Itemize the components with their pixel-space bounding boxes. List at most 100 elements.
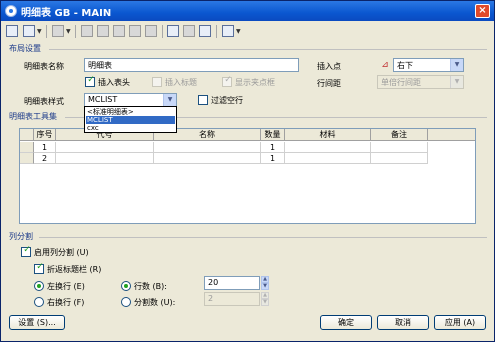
table-cell[interactable]: 1	[34, 142, 56, 153]
toolbar-separator	[162, 25, 163, 38]
row-header-corner	[20, 129, 34, 141]
rows-count-radio[interactable]	[121, 281, 131, 291]
ok-button[interactable]: 确定	[320, 315, 372, 330]
right-wrap-label: 右换行 (F)	[47, 298, 85, 307]
table-cell[interactable]: 1	[261, 153, 285, 164]
chevron-down-icon[interactable]: ▼	[236, 28, 241, 35]
move-up-icon[interactable]	[81, 25, 93, 37]
spin-up-icon[interactable]: ▲	[261, 276, 269, 283]
chevron-down-icon[interactable]: ▼	[450, 76, 463, 88]
settings-button[interactable]: 设置 (S)...	[9, 315, 65, 330]
chevron-down-icon[interactable]: ▼	[450, 59, 463, 71]
toolbar-separator	[46, 25, 47, 38]
row-spacing-value: 单倍行间距	[381, 78, 421, 87]
split-count-input[interactable]: 2	[204, 292, 260, 306]
table-cell[interactable]	[285, 142, 371, 153]
close-button[interactable]: ×	[475, 4, 490, 18]
toolbar-separator	[75, 25, 76, 38]
table-icon[interactable]	[6, 25, 18, 37]
view-icon[interactable]	[222, 25, 234, 37]
insert-point-value: 右下	[397, 61, 413, 70]
row-selector[interactable]	[20, 142, 34, 153]
rows-count-input[interactable]: 20	[204, 276, 260, 290]
edit-icon[interactable]	[199, 25, 211, 37]
table-cell[interactable]	[56, 153, 154, 164]
insert-title-checkbox[interactable]	[152, 77, 162, 87]
table-style-dropdown-list[interactable]: <标准明细表> MCLIST cxc	[84, 106, 177, 133]
column-split-section-title: 列分割	[9, 232, 33, 241]
fold-title-label: 折返标题栏 (R)	[47, 265, 102, 274]
chevron-down-icon[interactable]: ▼	[66, 28, 71, 35]
dialog-window: 明细表 GB - MAIN × ▼ ▼ ▼ 布局设置 明细表名称 明细表 插入点…	[0, 0, 495, 342]
row-selector[interactable]	[20, 153, 34, 164]
column-header[interactable]: 材料	[285, 129, 371, 141]
format-icon[interactable]	[167, 25, 179, 37]
show-grip-checkbox[interactable]: ✓	[222, 75, 232, 87]
chevron-down-icon[interactable]: ▼	[37, 28, 42, 35]
insert-point-select[interactable]: 右下 ▼	[393, 58, 464, 72]
filter-empty-checkbox[interactable]	[198, 95, 208, 105]
column-header[interactable]: 序号	[34, 129, 56, 141]
split-count-radio[interactable]	[121, 297, 131, 307]
split-icon[interactable]	[129, 25, 141, 37]
delete-row-icon[interactable]	[52, 25, 64, 37]
left-wrap-radio[interactable]	[34, 281, 44, 291]
enable-split-label: 启用列分割 (U)	[34, 248, 89, 257]
row-spacing-select[interactable]: 单倍行间距 ▼	[377, 75, 464, 89]
split-count-label: 分割数 (U):	[134, 298, 176, 307]
spin-up-icon[interactable]: ▲	[261, 292, 269, 299]
table-row[interactable]: 1 1	[20, 142, 475, 153]
column-header[interactable]: 数量	[261, 129, 285, 141]
section-divider	[39, 237, 487, 238]
table-row[interactable]: 2 1	[20, 153, 475, 164]
insert-header-label: 插入表头	[98, 78, 130, 87]
rows-count-label: 行数 (B):	[134, 282, 167, 291]
rows-count-spinner[interactable]: ▲ ▼	[261, 276, 269, 290]
merge-icon[interactable]	[113, 25, 125, 37]
table-cell[interactable]	[371, 142, 428, 153]
table-name-input[interactable]: 明细表	[84, 58, 299, 72]
table-cell[interactable]: 1	[261, 142, 285, 153]
check-icon: ✓	[87, 75, 95, 85]
column-header[interactable]: 备注	[371, 129, 428, 141]
move-down-icon[interactable]	[97, 25, 109, 37]
sort-icon[interactable]	[145, 25, 157, 37]
table-cell[interactable]	[56, 142, 154, 153]
check-icon: ✓	[23, 245, 31, 255]
chevron-down-icon[interactable]: ▼	[163, 94, 176, 106]
dropdown-option[interactable]: cxc	[86, 124, 175, 132]
fold-title-checkbox[interactable]: ✓	[34, 262, 44, 274]
layout-section-title: 布局设置	[9, 44, 41, 53]
right-wrap-radio[interactable]	[34, 297, 44, 307]
table-cell[interactable]	[154, 153, 261, 164]
spin-down-icon[interactable]: ▼	[261, 283, 269, 290]
table-name-label: 明细表名称	[24, 62, 64, 71]
tool-section-title: 明细表工具集	[9, 112, 57, 121]
cancel-button[interactable]: 取消	[377, 315, 429, 330]
section-divider	[49, 49, 487, 50]
apply-button[interactable]: 应用 (A)	[434, 315, 486, 330]
split-count-spinner[interactable]: ▲ ▼	[261, 292, 269, 306]
table-cell[interactable]	[285, 153, 371, 164]
table-style-label: 明细表样式	[24, 97, 64, 106]
insert-title-label: 插入标题	[165, 78, 197, 87]
insert-header-checkbox[interactable]: ✓	[85, 75, 95, 87]
check-icon: ✓	[36, 262, 44, 272]
table-style-select[interactable]: MCLIST ▼	[84, 93, 177, 107]
enable-split-checkbox[interactable]: ✓	[21, 245, 31, 257]
app-icon	[5, 5, 17, 17]
table-cell[interactable]: 2	[34, 153, 56, 164]
table-cell[interactable]	[154, 142, 261, 153]
row-spacing-label: 行间距	[317, 79, 341, 88]
table-cell[interactable]	[371, 153, 428, 164]
detail-table[interactable]: 序号 代号 名称 数量 材料 备注 1 1 2 1	[19, 128, 476, 224]
show-grip-label: 显示夹点框	[235, 78, 275, 87]
grid-icon[interactable]	[183, 25, 195, 37]
spin-down-icon[interactable]: ▼	[261, 299, 269, 306]
title-bar[interactable]: 明细表 GB - MAIN ×	[1, 1, 494, 21]
insert-row-icon[interactable]	[23, 25, 35, 37]
dropdown-option[interactable]: <标准明细表>	[86, 108, 175, 116]
window-title: 明细表 GB - MAIN	[21, 8, 112, 19]
table-style-value: MCLIST	[88, 95, 118, 104]
dropdown-option-selected[interactable]: MCLIST	[86, 116, 175, 124]
